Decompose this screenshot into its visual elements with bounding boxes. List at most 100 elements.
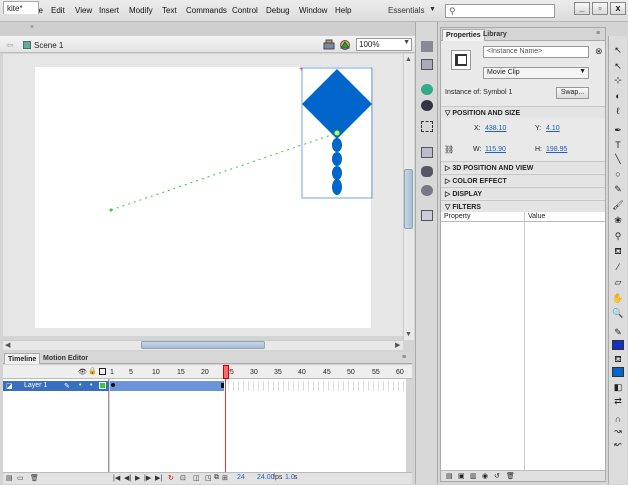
frames-area[interactable] [110, 379, 406, 472]
layer-name[interactable]: Layer 1 [24, 382, 47, 389]
clipboard-icon[interactable]: ▥ [470, 472, 477, 480]
step-forward-icon[interactable]: |▶ [144, 474, 151, 482]
lock-icon[interactable]: 🔒 [88, 367, 97, 375]
back-arrow-icon[interactable]: ⇦ [6, 40, 14, 51]
delete-filter-icon[interactable]: 🗑 [506, 472, 515, 480]
zoom-select[interactable]: 100% ▼ [356, 38, 412, 51]
eye-icon[interactable]: 👁 [78, 368, 87, 376]
workspace-switcher[interactable]: Essentials [388, 6, 428, 15]
line-tool-icon[interactable]: ╲ [612, 153, 624, 165]
motion-presets-icon[interactable] [421, 166, 433, 177]
tab-motion-editor[interactable]: Motion Editor [40, 353, 91, 364]
menu-modify[interactable]: Modify [129, 6, 153, 15]
edit-multiple-frames-icon[interactable]: ⧉ [214, 474, 219, 482]
onion-outline-icon[interactable]: ◳ [205, 474, 212, 482]
stage[interactable] [35, 67, 371, 328]
enable-filter-icon[interactable]: ◉ [482, 472, 488, 480]
library-panel-icon[interactable] [421, 210, 433, 221]
section-color-effect[interactable]: ▷ COLOR EFFECT [441, 174, 605, 186]
edit-scene-icon[interactable] [323, 39, 335, 50]
menu-edit[interactable]: Edit [51, 6, 65, 15]
section-3d-position[interactable]: ▷ 3D POSITION AND VIEW [441, 161, 605, 173]
subselection-tool-icon[interactable]: ↖ [612, 60, 624, 72]
pencil-tool-icon[interactable]: ✎ [612, 183, 624, 195]
panel-menu-icon[interactable]: ≡ [402, 354, 406, 361]
components-icon[interactable] [421, 147, 433, 158]
delete-layer-icon[interactable]: 🗑 [30, 474, 39, 482]
height-value[interactable]: 198.95 [546, 146, 567, 153]
first-frame-icon[interactable]: |◀ [113, 474, 120, 482]
eyedropper-tool-icon[interactable]: ⁄ [612, 261, 624, 273]
menu-insert[interactable]: Insert [99, 6, 119, 15]
eraser-tool-icon[interactable]: ▱ [612, 276, 624, 288]
play-icon[interactable]: ▶ [135, 474, 140, 482]
menu-view[interactable]: View [75, 6, 92, 15]
straighten-icon[interactable]: ↜ [612, 438, 624, 450]
loop-icon[interactable]: ↻ [168, 474, 174, 482]
menu-text[interactable]: Text [162, 6, 177, 15]
last-frame-icon[interactable]: ▶| [155, 474, 162, 482]
reset-filter-icon[interactable]: ↺ [494, 472, 500, 480]
bone-tool-icon[interactable]: ⚲ [612, 230, 624, 242]
transform-panel-icon[interactable] [421, 121, 433, 132]
grid-panel-icon[interactable] [421, 59, 433, 70]
info-icon[interactable] [421, 100, 433, 111]
keyframe-marker[interactable] [111, 383, 115, 387]
smooth-icon[interactable]: ↝ [612, 425, 624, 437]
section-filters[interactable]: ▽ FILTERS [441, 200, 605, 212]
layer-color-swatch[interactable] [99, 382, 106, 389]
scene-breadcrumb[interactable]: Scene 1 [34, 41, 63, 50]
menu-help[interactable]: Help [335, 6, 351, 15]
minimize-button[interactable]: _ [574, 2, 590, 15]
selection-tool-icon[interactable]: ↖ [612, 44, 624, 56]
free-transform-tool-icon[interactable]: ⊹ [612, 74, 624, 86]
empty-frames[interactable] [224, 381, 406, 391]
deco-tool-icon[interactable]: ❀ [612, 214, 624, 226]
swap-button[interactable]: Swap... [556, 87, 589, 99]
restore-button[interactable]: ▫ [592, 2, 608, 15]
scroll-right-arrow-icon[interactable]: ▶ [395, 341, 400, 349]
tool-panel-icon[interactable] [421, 41, 433, 52]
chevron-down-icon[interactable]: ▼ [429, 6, 436, 13]
layer-row[interactable] [3, 381, 109, 391]
scroll-up-arrow-icon[interactable]: ▲ [405, 56, 412, 63]
new-layer-icon[interactable]: ▤ [6, 474, 13, 482]
menu-commands[interactable]: Commands [186, 6, 227, 15]
document-tab[interactable]: kite* [3, 1, 39, 14]
scroll-left-arrow-icon[interactable]: ◀ [5, 341, 10, 349]
edit-symbols-icon[interactable] [339, 39, 351, 50]
onion-skin-icon[interactable]: ◫ [193, 474, 200, 482]
scroll-down-arrow-icon[interactable]: ▼ [405, 331, 412, 338]
section-display[interactable]: ▷ DISPLAY [441, 187, 605, 199]
tab-timeline[interactable]: Timeline [4, 353, 41, 364]
presets-icon[interactable]: ▣ [458, 472, 465, 480]
clear-icon[interactable]: ⊗ [595, 46, 603, 57]
playhead[interactable] [223, 365, 229, 379]
lasso-tool-icon[interactable]: ℓ [612, 105, 624, 117]
close-window-button[interactable]: x [610, 2, 626, 15]
current-frame[interactable]: 24 [237, 474, 245, 481]
lock-dot-icon[interactable]: • [90, 382, 92, 389]
add-filter-icon[interactable]: ▤ [446, 472, 453, 480]
vertical-scroll-thumb[interactable] [404, 169, 413, 229]
x-value[interactable]: 438.10 [485, 125, 506, 132]
instance-name-input[interactable]: <Instance Name> [483, 46, 589, 58]
swap-colors-icon[interactable]: ⇄ [612, 395, 624, 407]
outline-icon[interactable] [99, 368, 106, 375]
center-frame-icon[interactable]: ⊡ [180, 474, 186, 482]
oval-tool-icon[interactable]: ○ [612, 168, 624, 180]
color-panel-icon[interactable] [421, 84, 433, 95]
zoom-tool-icon[interactable]: 🔍 [612, 307, 624, 319]
code-snippets-icon[interactable] [421, 185, 433, 196]
help-search-input[interactable]: ⚲ [445, 4, 555, 18]
filters-table[interactable] [441, 222, 605, 470]
link-constrain-icon[interactable]: ⛓ [444, 145, 454, 154]
pen-tool-icon[interactable]: ✒ [612, 124, 624, 136]
paint-bucket-tool-icon[interactable]: ⛾ [612, 245, 624, 257]
menu-debug[interactable]: Debug [266, 6, 290, 15]
menu-window[interactable]: Window [299, 6, 327, 15]
tab-library[interactable]: Library [480, 29, 510, 41]
section-position-size[interactable]: ▽ POSITION AND SIZE [441, 106, 605, 118]
black-white-icon[interactable]: ◧ [612, 381, 624, 393]
text-tool-icon[interactable]: T [612, 139, 624, 151]
